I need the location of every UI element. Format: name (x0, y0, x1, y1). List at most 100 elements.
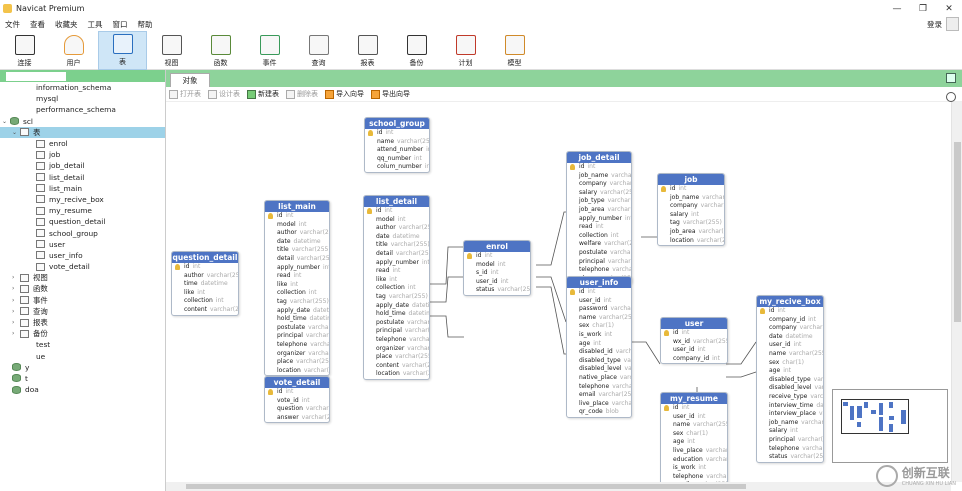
expand-arrow-icon[interactable]: › (12, 330, 20, 337)
restore-button[interactable]: ❐ (910, 0, 936, 17)
expand-arrow-icon[interactable]: › (12, 319, 20, 326)
objbar-action-icon (169, 89, 178, 99)
er-table-enrol[interactable]: enrol id int model int s_id int user_id int statu… (463, 240, 531, 296)
tree-table-user_info[interactable]: user_info (0, 250, 165, 261)
menu-window[interactable]: 窗口 (108, 19, 133, 30)
tree-group-item[interactable]: › 函数 (0, 283, 165, 294)
tree-db-item[interactable]: performance_schema (0, 104, 165, 115)
er-field-type: varchar(255) (296, 254, 329, 262)
er-field-type: varchar(255) (790, 453, 823, 461)
tree-db-item[interactable]: information_schema (0, 82, 165, 93)
menu-help[interactable]: 帮助 (133, 19, 158, 30)
er-table-question_detail[interactable]: question_detailidintauthorvarchar(255)ti… (171, 251, 239, 316)
er-field: s_id int (464, 269, 530, 278)
tree-group-item[interactable]: › 视图 (0, 272, 165, 283)
tree-db-other[interactable]: t (0, 373, 165, 384)
horizontal-scrollbar[interactable] (166, 482, 951, 491)
tree-table-school_group[interactable]: school_group (0, 227, 165, 238)
expand-arrow-icon[interactable]: › (12, 308, 20, 315)
er-field: disabled_typevarchar(255) (567, 357, 631, 366)
toolbar-backup-button[interactable]: 备份 (392, 31, 441, 70)
toolbar-function-button[interactable]: 函数 (196, 31, 245, 70)
avatar[interactable] (946, 17, 959, 31)
er-field-name: receive_type (769, 392, 808, 400)
tree-group-item[interactable]: › 查询 (0, 306, 165, 317)
tree-table-my_recive_box[interactable]: my_recive_box (0, 194, 165, 205)
toolbar-calendar-button[interactable]: 计划 (441, 31, 490, 70)
er-table-list_detail[interactable]: list_detailidintmodelintauthorvarchar(25… (363, 195, 430, 380)
tree-db-other[interactable]: ue (0, 351, 165, 362)
close-button[interactable]: ✕ (936, 0, 962, 17)
er-field-name: organizer (376, 344, 405, 352)
menu-favorites[interactable]: 收藏夹 (50, 19, 83, 30)
tree-label: school_group (49, 228, 98, 238)
tree-table-my_resume[interactable]: my_resume (0, 205, 165, 216)
model-icon (504, 35, 525, 55)
toolbar-plug-button[interactable]: 连接 (0, 31, 49, 70)
er-table-my_resume[interactable]: my_resumeidintuser_idintnamevarchar(255)… (660, 392, 728, 491)
tree-db-other[interactable]: y (0, 362, 165, 373)
diagram-minimap[interactable] (832, 389, 948, 463)
er-table-job_detail[interactable]: job_detailidintjob_namevarchar(255)compa… (566, 151, 632, 285)
vertical-scrollbar[interactable] (951, 102, 962, 482)
objbar-button[interactable]: 导出向导 (371, 89, 410, 99)
toolbar-event-button[interactable]: 事件 (245, 31, 294, 70)
expand-arrow-icon[interactable]: › (12, 274, 20, 281)
tree-db-other[interactable]: test (0, 339, 165, 350)
tree-tables-group[interactable]: ⌄ 表 (0, 126, 165, 138)
objbar-button[interactable]: 新建表 (247, 89, 279, 99)
search-icon[interactable] (946, 92, 956, 102)
toolbar-model-button[interactable]: 模型 (490, 31, 539, 70)
tree-table-list_detail[interactable]: list_detail (0, 172, 165, 183)
tree-group-item[interactable]: › 备份 (0, 328, 165, 339)
tree-table-question_detail[interactable]: question_detail (0, 216, 165, 227)
minimap-viewport[interactable] (841, 399, 909, 434)
toolbar-report-button[interactable]: 报表 (343, 31, 392, 70)
tree-table-job[interactable]: job (0, 149, 165, 160)
tree-table-job_detail[interactable]: job_detail (0, 160, 165, 171)
menu-tools[interactable]: 工具 (83, 19, 108, 30)
toolbar-glasses-button[interactable]: 视图 (147, 31, 196, 70)
er-table-job[interactable]: jobidintjob_namevarchar(255)companyvarch… (657, 173, 725, 247)
er-table-user_info[interactable]: user_infoidintuser_idintpasswordvarchar(… (566, 276, 632, 418)
tree-db-scl[interactable]: ⌄ scl (0, 116, 165, 127)
minimize-button[interactable]: — (884, 0, 910, 17)
menu-file[interactable]: 文件 (0, 19, 25, 30)
er-table-vote_detail[interactable]: vote_detail id int vote_id int question varcha… (264, 376, 330, 424)
expand-arrow-icon[interactable]: › (12, 297, 20, 304)
er-field-name: sex (579, 322, 590, 330)
tree-group-item[interactable]: › 事件 (0, 295, 165, 306)
er-table-my_recive_box[interactable]: my_recive_box id int company_id int company va… (756, 295, 824, 463)
objbar-button[interactable]: 设计表 (208, 89, 240, 99)
toolbar-query-button[interactable]: 查询 (294, 31, 343, 70)
tree-db-other[interactable]: doa (0, 384, 165, 395)
tree-table-user[interactable]: user (0, 239, 165, 250)
tree-table-vote_detail[interactable]: vote_detail (0, 261, 165, 272)
er-field: age int (567, 340, 631, 349)
objbar-button[interactable]: 删除表 (286, 89, 318, 99)
er-field-type: int (678, 185, 687, 192)
tree-table-list_main[interactable]: list_main (0, 183, 165, 194)
toolbar-table-button[interactable]: 表 (98, 31, 147, 70)
tree-db-item[interactable]: mysql (0, 93, 165, 104)
er-table-user[interactable]: useridintwx_idvarchar(255)user_idintcomp… (660, 317, 728, 365)
tree-table-enrol[interactable]: enrol (0, 138, 165, 149)
objbar-button[interactable]: 导入向导 (325, 89, 364, 99)
er-field-type: varchar(255) (801, 418, 823, 426)
menu-view[interactable]: 查看 (25, 19, 50, 30)
tab-objects[interactable]: 对象 (170, 73, 210, 87)
tree-group-item[interactable]: › 报表 (0, 317, 165, 328)
tab-action-icon[interactable] (946, 73, 956, 83)
toolbar-user-button[interactable]: 用户 (49, 31, 98, 70)
expand-arrow-icon[interactable]: ⌄ (12, 129, 20, 136)
connection-row[interactable] (0, 70, 165, 82)
objbar-button[interactable]: 打开表 (169, 89, 201, 99)
login-link[interactable]: 登录 (927, 19, 942, 30)
expand-arrow-icon[interactable]: › (12, 285, 20, 292)
er-table-school_group[interactable]: school_groupidintnamevarchar(255)attend_… (364, 117, 430, 173)
er-table-list_main[interactable]: list_mainidintmodelintauthorvarchar(255)… (264, 200, 330, 377)
er-field: id int (464, 252, 530, 261)
vertical-scroll-thumb[interactable] (954, 142, 961, 322)
expand-arrow-icon[interactable]: ⌄ (2, 118, 10, 125)
horizontal-scroll-thumb[interactable] (186, 484, 746, 489)
